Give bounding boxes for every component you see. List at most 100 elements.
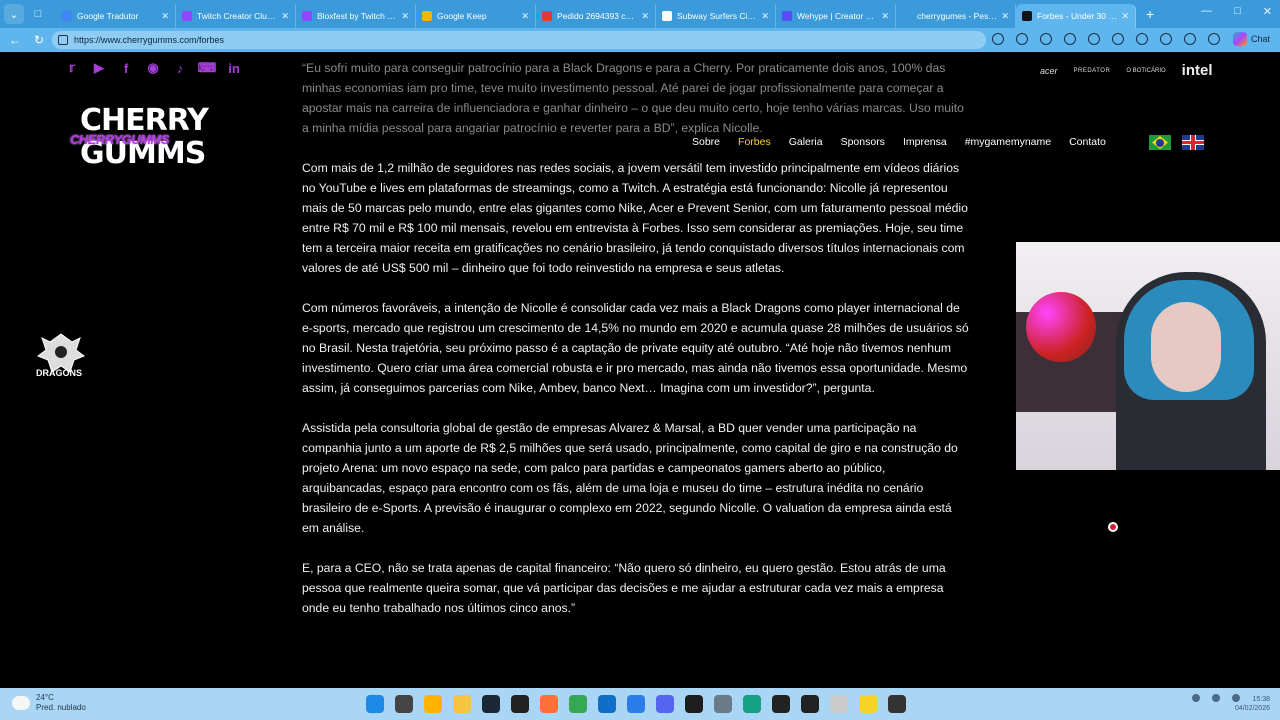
- tab-close-icon[interactable]: ✕: [281, 11, 289, 22]
- sponsor-logos: acer PREDATOR O BOTICÁRIO intel: [1040, 62, 1213, 79]
- system-clock[interactable]: 15:38 04/02/2026: [1235, 695, 1270, 713]
- brazil-flag-icon[interactable]: [1149, 135, 1171, 150]
- taskbar-app-icon[interactable]: [685, 695, 703, 713]
- workspaces-icon[interactable]: □: [28, 4, 48, 24]
- browser-tab[interactable]: Subway Surfers City La ✕: [656, 4, 776, 28]
- sponsor-boticario[interactable]: O BOTICÁRIO: [1126, 68, 1165, 74]
- clock-time: 15:38: [1252, 696, 1270, 703]
- sponsor-acer[interactable]: acer: [1040, 66, 1058, 76]
- tab-label: Subway Surfers City La: [677, 11, 758, 21]
- back-icon[interactable]: ←: [6, 33, 24, 47]
- taskbar-app-icon[interactable]: [598, 695, 616, 713]
- taskbar-app-icon[interactable]: [627, 695, 645, 713]
- nav-item-contato[interactable]: Contato: [1069, 136, 1106, 148]
- article-paragraph: Assistida pela consultoria global de ges…: [302, 421, 958, 535]
- collections-icon[interactable]: [1160, 33, 1172, 45]
- browser-tab[interactable]: cherrygumes - Pesquisa✕: [896, 4, 1016, 28]
- taskbar-app-icon[interactable]: [801, 695, 819, 713]
- browser-tab[interactable]: Bloxfest by Twitch - Co ✕: [296, 4, 416, 28]
- cherrygumms-logo[interactable]: CHERRY GUMMS CHERRYGUMMS: [70, 104, 209, 180]
- address-actions: [992, 33, 1220, 45]
- tab-close-icon[interactable]: ✕: [1121, 11, 1129, 22]
- taskbar-app-icon[interactable]: [511, 695, 529, 713]
- tab-close-icon[interactable]: ✕: [161, 11, 169, 22]
- taskbar-app-icon[interactable]: [569, 695, 587, 713]
- taskbar-app-icon[interactable]: [830, 695, 848, 713]
- article-paragraph: E, para a CEO, não se trata apenas de ca…: [302, 561, 946, 615]
- twitch-icon[interactable]: ⌨: [198, 60, 217, 76]
- taskbar-app-icon[interactable]: [395, 695, 413, 713]
- browser-tab[interactable]: Google Keep ✕: [416, 4, 536, 28]
- taskbar-app-icon[interactable]: [424, 695, 442, 713]
- url-input[interactable]: https://www.cherrygumms.com/forbes: [52, 31, 986, 49]
- url-text: https://www.cherrygumms.com/forbes: [74, 35, 225, 45]
- facebook-icon[interactable]: f: [118, 60, 134, 76]
- maximize-icon[interactable]: □: [1234, 5, 1241, 18]
- refresh-icon[interactable]: ↻: [30, 33, 48, 47]
- badge-label: DRAGONS: [36, 368, 83, 378]
- new-tab-button[interactable]: +: [1146, 6, 1154, 22]
- tab-close-icon[interactable]: ✕: [881, 11, 889, 22]
- tab-label: Google Tradutor: [77, 11, 139, 21]
- sponsor-predator[interactable]: PREDATOR: [1074, 68, 1111, 74]
- tiktok-icon[interactable]: ♪: [172, 60, 188, 76]
- tab-label: Pedido 2694393 confirm: [557, 11, 638, 21]
- twitter-icon[interactable]: 𝕣: [64, 60, 80, 76]
- nav-item-mygamemyname[interactable]: #mygamemyname: [965, 136, 1051, 148]
- tab-actions-icon[interactable]: ⌄: [4, 4, 24, 24]
- tab-favicon-icon: [182, 11, 192, 21]
- extension-icon[interactable]: [1040, 33, 1052, 45]
- black-dragons-badge: DRAGONS: [34, 332, 88, 402]
- taskbar-app-icon[interactable]: [859, 695, 877, 713]
- article-paragraph: Com números favoráveis, a intenção de Ni…: [302, 301, 969, 395]
- pinned-apps: [366, 695, 906, 713]
- browser-tab[interactable]: Wehype | Creator Collab✕: [776, 4, 896, 28]
- uk-flag-icon[interactable]: [1182, 135, 1204, 150]
- youtube-icon[interactable]: ▶: [91, 60, 107, 76]
- cloud-icon: [12, 696, 30, 710]
- tray-overflow-icon[interactable]: [1192, 694, 1200, 702]
- browser-tab[interactable]: Twitch Creator Clubs - / ✕: [176, 4, 296, 28]
- sponsor-intel[interactable]: intel: [1182, 62, 1213, 79]
- close-window-icon[interactable]: ✕: [1263, 5, 1272, 18]
- site-info-icon[interactable]: [58, 35, 68, 45]
- favorites-icon[interactable]: [1112, 33, 1124, 45]
- tab-favicon-icon: [1022, 11, 1032, 21]
- favorite-star-icon[interactable]: [1016, 33, 1028, 45]
- split-screen-icon[interactable]: [1088, 33, 1100, 45]
- tab-close-icon[interactable]: ✕: [1001, 11, 1009, 22]
- copilot-label: Chat: [1250, 34, 1270, 44]
- taskbar-app-icon[interactable]: [743, 695, 761, 713]
- linkedin-icon[interactable]: in: [226, 60, 242, 76]
- minimize-icon[interactable]: —: [1201, 5, 1212, 18]
- taskbar-app-icon[interactable]: [772, 695, 790, 713]
- browser-tab[interactable]: Forbes - Under 30 - Ch ✕: [1016, 4, 1136, 28]
- taskbar-app-icon[interactable]: [540, 695, 558, 713]
- browser-essentials-icon[interactable]: [1136, 33, 1148, 45]
- weather-widget[interactable]: 24°C Pred. nublado: [12, 693, 86, 713]
- webcam-decoration: [1026, 292, 1096, 362]
- extension-icon[interactable]: [1064, 33, 1076, 45]
- tab-close-icon[interactable]: ✕: [401, 11, 409, 22]
- profile-avatar-icon[interactable]: [1184, 33, 1196, 45]
- wifi-icon[interactable]: [1212, 694, 1220, 702]
- taskbar-app-icon[interactable]: [656, 695, 674, 713]
- tab-close-icon[interactable]: ✕: [521, 11, 529, 22]
- social-links: 𝕣 ▶ f ◉ ♪ ⌨ in: [64, 60, 242, 76]
- browser-tab[interactable]: Google Tradutor ✕: [56, 4, 176, 28]
- instagram-icon[interactable]: ◉: [145, 60, 161, 76]
- tab-close-icon[interactable]: ✕: [761, 11, 769, 22]
- taskbar-app-icon[interactable]: [453, 695, 471, 713]
- browser-tab[interactable]: Pedido 2694393 confirm✕: [536, 4, 656, 28]
- taskbar-app-icon[interactable]: [366, 695, 384, 713]
- tab-favicon-icon: [902, 11, 912, 21]
- logo-script: CHERRYGUMMS: [70, 132, 170, 147]
- taskbar-app-icon[interactable]: [888, 695, 906, 713]
- tab-close-icon[interactable]: ✕: [641, 11, 649, 22]
- taskbar-app-icon[interactable]: [482, 695, 500, 713]
- more-menu-icon[interactable]: [1208, 33, 1220, 45]
- copilot-button[interactable]: Chat: [1232, 32, 1270, 46]
- taskbar-app-icon[interactable]: [714, 695, 732, 713]
- read-aloud-icon[interactable]: [992, 33, 1004, 45]
- webcam-overlay: [1016, 242, 1280, 470]
